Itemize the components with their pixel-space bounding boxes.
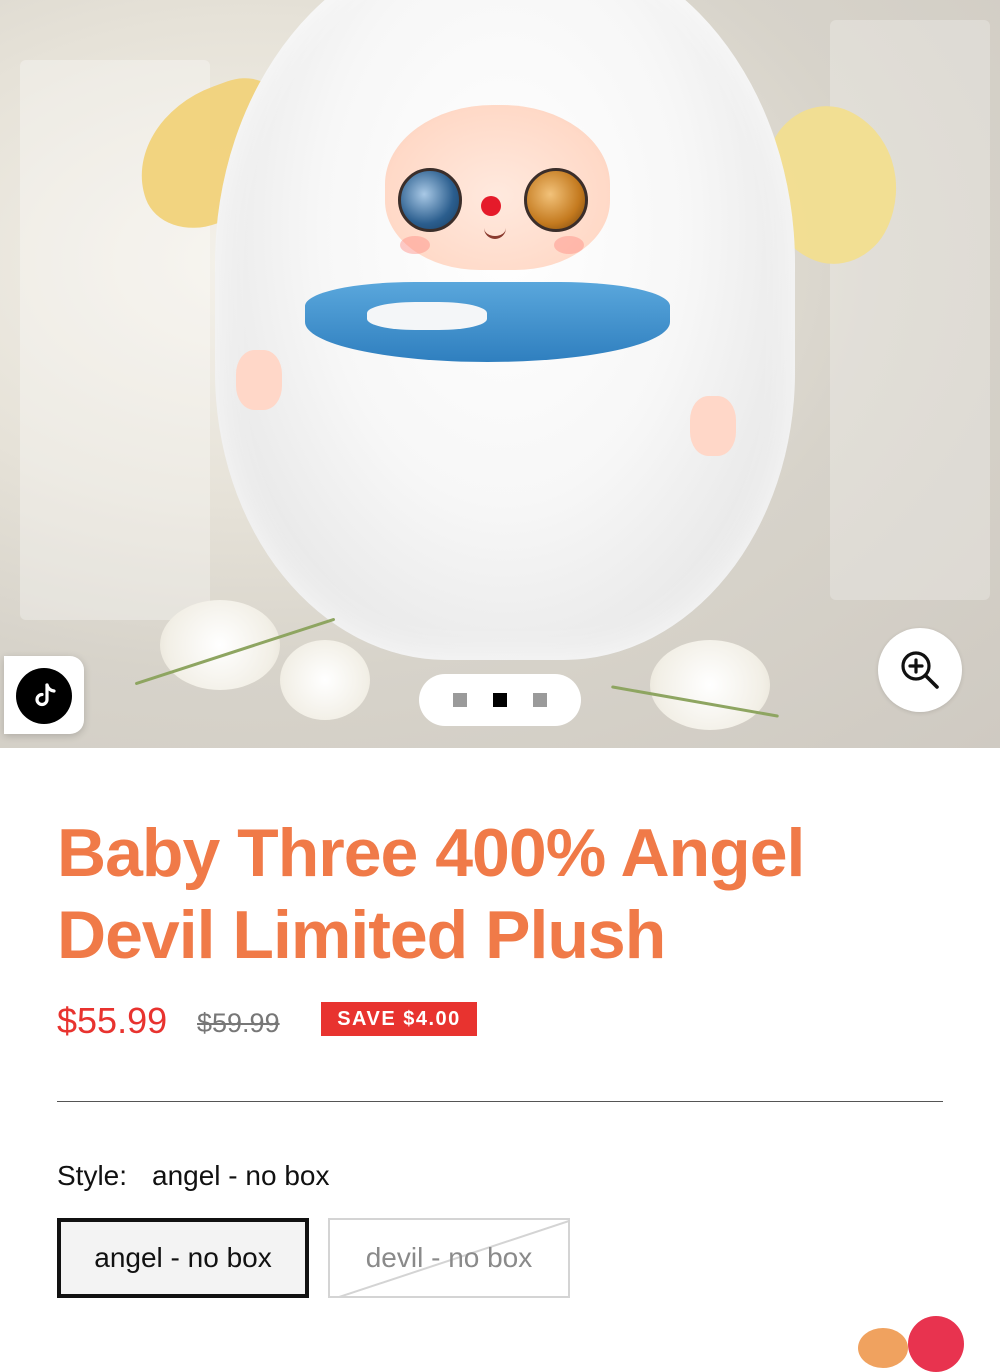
floating-cart-button-partial[interactable] <box>908 1316 964 1372</box>
plush-left-hand <box>236 350 282 410</box>
variant-label: Style: <box>57 1160 128 1191</box>
save-badge: SAVE $4.00 <box>321 1002 477 1036</box>
sale-price: $55.99 <box>57 1000 168 1041</box>
variant-option-label: devil - no box <box>365 1242 533 1273</box>
pagination-dot-active[interactable] <box>493 693 507 707</box>
variant-option-devil[interactable]: devil - no box <box>328 1218 570 1298</box>
product-image-gallery[interactable] <box>0 0 1000 748</box>
plush-collar <box>305 282 670 362</box>
flower-decoration <box>280 640 370 720</box>
variant-selected-value: angel - no box <box>152 1160 330 1191</box>
window-backdrop <box>830 20 990 600</box>
pagination-dot[interactable] <box>533 693 547 707</box>
variant-option-angel[interactable]: angel - no box <box>57 1218 309 1298</box>
zoom-in-icon <box>901 651 939 689</box>
plush-blush <box>400 236 430 254</box>
zoom-button[interactable] <box>878 628 962 712</box>
plush-blush <box>554 236 584 254</box>
compare-at-price: $59.99 <box>197 1008 280 1038</box>
plush-nose <box>481 196 501 216</box>
pagination-dot[interactable] <box>453 693 467 707</box>
divider <box>57 1101 943 1102</box>
plush-right-hand <box>690 396 736 456</box>
tiktok-button[interactable] <box>4 656 84 734</box>
product-title: Baby Three 400% Angel Devil Limited Plus… <box>57 815 805 973</box>
plush-left-eye <box>398 168 462 232</box>
plush-bow <box>367 302 487 330</box>
plush-right-eye <box>524 168 588 232</box>
flower-decoration <box>160 600 280 690</box>
tiktok-icon <box>16 668 72 724</box>
gallery-pagination <box>419 674 581 726</box>
floating-button-partial[interactable] <box>858 1328 908 1368</box>
flower-decoration <box>650 640 770 730</box>
variant-option-label: angel - no box <box>94 1242 272 1273</box>
